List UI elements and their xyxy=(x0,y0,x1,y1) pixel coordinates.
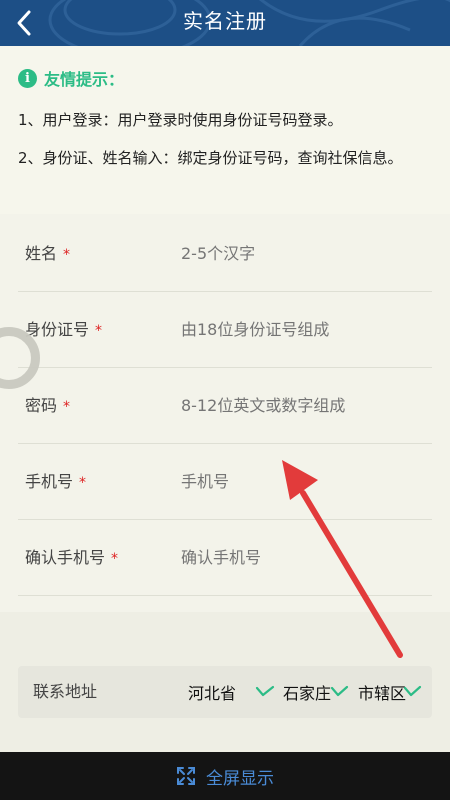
required-mark: * xyxy=(95,323,103,339)
page-title: 实名注册 xyxy=(183,9,267,33)
form-row-name: 姓名 * xyxy=(18,216,432,292)
required-mark: * xyxy=(79,475,87,491)
info-icon: i xyxy=(18,68,37,88)
tips-header: i 友情提示： xyxy=(18,66,124,90)
city-value: 石家庄 xyxy=(283,684,332,703)
district-select[interactable]: 市辖区 xyxy=(358,666,422,718)
password-label: 密码 * xyxy=(25,396,71,415)
form-row-phone: 手机号 * xyxy=(18,444,432,520)
province-select[interactable]: 河北省 xyxy=(188,666,276,718)
confirm-phone-label: 确认手机号 * xyxy=(25,548,119,567)
fullscreen-label: 全屏显示 xyxy=(206,768,274,789)
confirm-phone-input[interactable] xyxy=(181,520,421,596)
password-input[interactable] xyxy=(181,368,421,444)
phone-label: 手机号 * xyxy=(25,472,87,491)
fullscreen-button[interactable]: 全屏显示 xyxy=(0,752,450,800)
required-mark: * xyxy=(111,551,119,567)
tips-title: 友情提示： xyxy=(44,70,125,89)
form-row-id-number: 身份证号 * xyxy=(18,292,432,368)
header-bar: 实名注册 xyxy=(0,0,450,46)
form-row-confirm-phone: 确认手机号 * xyxy=(18,520,432,596)
district-value: 市辖区 xyxy=(358,684,407,703)
id-number-input[interactable] xyxy=(181,292,421,368)
tip-item-id-name: 2、身份证、姓名输入：绑定身份证号码，查询社保信息。 xyxy=(18,149,403,167)
address-row: 联系地址 河北省 石家庄 市辖区 xyxy=(18,666,432,718)
tip-item-login: 1、用户登录：用户登录时使用身份证号码登录。 xyxy=(18,111,343,129)
registration-form: 姓名* 身份证号* 密码* 手机号* 确认手机号* xyxy=(0,214,450,612)
province-value: 河北省 xyxy=(188,684,237,703)
chevron-down-icon xyxy=(403,685,422,697)
fullscreen-icon xyxy=(177,767,195,785)
chevron-down-icon xyxy=(330,685,349,697)
required-mark: * xyxy=(63,399,71,415)
chevron-down-icon xyxy=(255,685,275,697)
tips-section: i 友情提示： 1、用户登录：用户登录时使用身份证号码登录。 2、身份证、姓名输… xyxy=(0,46,450,214)
address-label: 联系地址 xyxy=(33,682,98,701)
phone-input[interactable] xyxy=(181,444,421,520)
required-mark: * xyxy=(63,247,71,263)
name-input[interactable] xyxy=(181,216,421,292)
city-select[interactable]: 石家庄 xyxy=(283,666,349,718)
form-row-password: 密码 * xyxy=(18,368,432,444)
name-label: 姓名 * xyxy=(25,244,71,263)
